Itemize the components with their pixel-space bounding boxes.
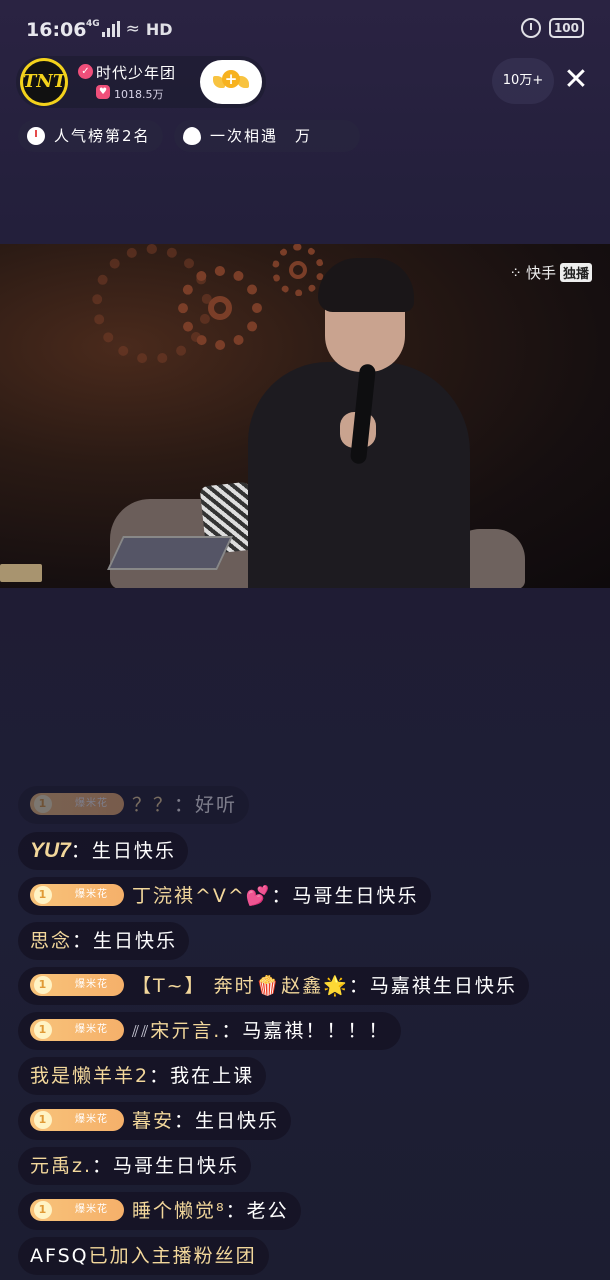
avatar-logo: TNT (23, 61, 66, 103)
chat-text: 生日快乐 (91, 840, 176, 862)
gear-decoration (272, 244, 324, 296)
chat-message[interactable]: 1 爆米花 丁浣祺^V^💕：马哥生日快乐 (18, 877, 431, 915)
tag-label: 一次相遇 万 (210, 127, 313, 145)
clock-icon (27, 127, 45, 145)
chat-text: 生日快乐 (195, 1110, 280, 1132)
chat-message[interactable]: 1 爆米花 【T~】 奔时🍿赵鑫🌟：马嘉祺生日快乐 (18, 967, 529, 1005)
paperclip-icon: ⫽⫽ (132, 1022, 151, 1041)
tablet (107, 536, 233, 570)
performer-hair (318, 258, 414, 312)
coin-plus-icon: + (213, 66, 249, 98)
chat-text: 已加入主播粉丝团 (88, 1245, 257, 1267)
chat-text: 马嘉祺生日快乐 (369, 975, 517, 997)
status-right: 100 (520, 18, 584, 38)
chat-message[interactable]: 1 爆米花 ？？：好听 (18, 786, 250, 824)
chat-username: ？？ (132, 794, 175, 816)
close-icon[interactable]: ✕ (560, 62, 592, 98)
fan-badge: 1 爆米花 (30, 1199, 124, 1221)
chat-username: 暮安 (132, 1110, 175, 1132)
encounter-tag[interactable]: 一次相遇 万 (174, 120, 360, 152)
chat-text: 生日快乐 (93, 930, 178, 952)
wifi-icon: ≈ (125, 19, 140, 39)
chat-message[interactable]: 我是懒羊羊2：我在上课 (18, 1057, 267, 1095)
chat-message[interactable]: YU7：生日快乐 (18, 832, 188, 870)
fan-badge: 1 爆米花 (30, 1109, 124, 1131)
status-bar: 16:06 4G ≈ HD 100 (0, 0, 610, 60)
fan-badge: 1 爆米花 (30, 974, 124, 996)
host-fans-count: 1018.5万 (114, 88, 164, 101)
tag-label: 人气榜第2名 (54, 127, 151, 145)
chat-text: 老公 (246, 1200, 289, 1222)
fan-badge: 1 爆米花 (30, 1019, 124, 1041)
status-icons: 4G ≈ HD (86, 19, 173, 39)
network-label: 4G (86, 19, 100, 29)
fan-badge: 1 爆米花 (30, 793, 124, 815)
chat-username: 元禹z. (30, 1155, 93, 1177)
chat-username: 丁浣祺^V^💕 (132, 885, 272, 907)
chat-username: 【T~】 奔时🍿赵鑫🌟 (132, 975, 349, 997)
alarm-icon (520, 18, 541, 38)
fan-badge: 1 爆米花 (30, 884, 124, 906)
chat-username: 睡个懒觉⁸ (132, 1200, 226, 1222)
chat-message[interactable]: AFSQ已加入主播粉丝团 (18, 1237, 269, 1275)
chat-username: 思念 (30, 930, 73, 952)
signal-icon (101, 21, 120, 37)
flame-icon (183, 127, 201, 145)
watermark-tag: 独播 (559, 263, 592, 282)
live-video[interactable]: ⁘ 快手 独播 (0, 244, 610, 588)
wifi-label: HD (145, 19, 173, 39)
viewer-count-button[interactable]: 10万+ (492, 58, 554, 104)
chat-message[interactable]: 1 爆米花 暮安：生日快乐 (18, 1102, 292, 1140)
chat-message[interactable]: 思念：生日快乐 (18, 922, 190, 960)
follow-button[interactable]: + (200, 60, 262, 104)
chat-username: AFSQ (30, 1245, 89, 1267)
chat-text: 好听 (195, 794, 238, 816)
chat-text: 马哥生日快乐 (292, 885, 419, 907)
kuaishou-watermark: ⁘ 快手 独播 (509, 262, 592, 283)
chat-username: YU7 (30, 839, 71, 862)
chat-text: 马哥生日快乐 (113, 1155, 240, 1177)
battery-icon: 100 (548, 18, 584, 38)
popularity-rank-tag[interactable]: 人气榜第2名 (18, 120, 163, 152)
host-name: 时代少年团 (96, 64, 177, 82)
kuaishou-icon: ⁘ (509, 263, 522, 282)
chat-text: 马嘉祺！！！！ (242, 1020, 390, 1042)
heart-icon: ♥ (96, 85, 110, 99)
chat-message[interactable]: 1 爆米花 睡个懒觉⁸：老公 (18, 1192, 301, 1230)
avatar[interactable]: TNT (20, 58, 68, 106)
chat-username: 我是懒羊羊2 (30, 1065, 150, 1087)
chat-username: 宋亓言. (150, 1020, 222, 1042)
book (0, 564, 42, 582)
gear-decoration (178, 266, 262, 350)
status-time: 16:06 (26, 19, 87, 41)
watermark-app: 快手 (525, 264, 556, 282)
chat-message[interactable]: 1 爆米花 ⫽⫽宋亓言.：马嘉祺！！！！ (18, 1012, 402, 1050)
chat-text: 我在上课 (170, 1065, 255, 1087)
check-icon: ✓ (78, 64, 93, 79)
chat-message[interactable]: 元禹z.：马哥生日快乐 (18, 1147, 252, 1185)
